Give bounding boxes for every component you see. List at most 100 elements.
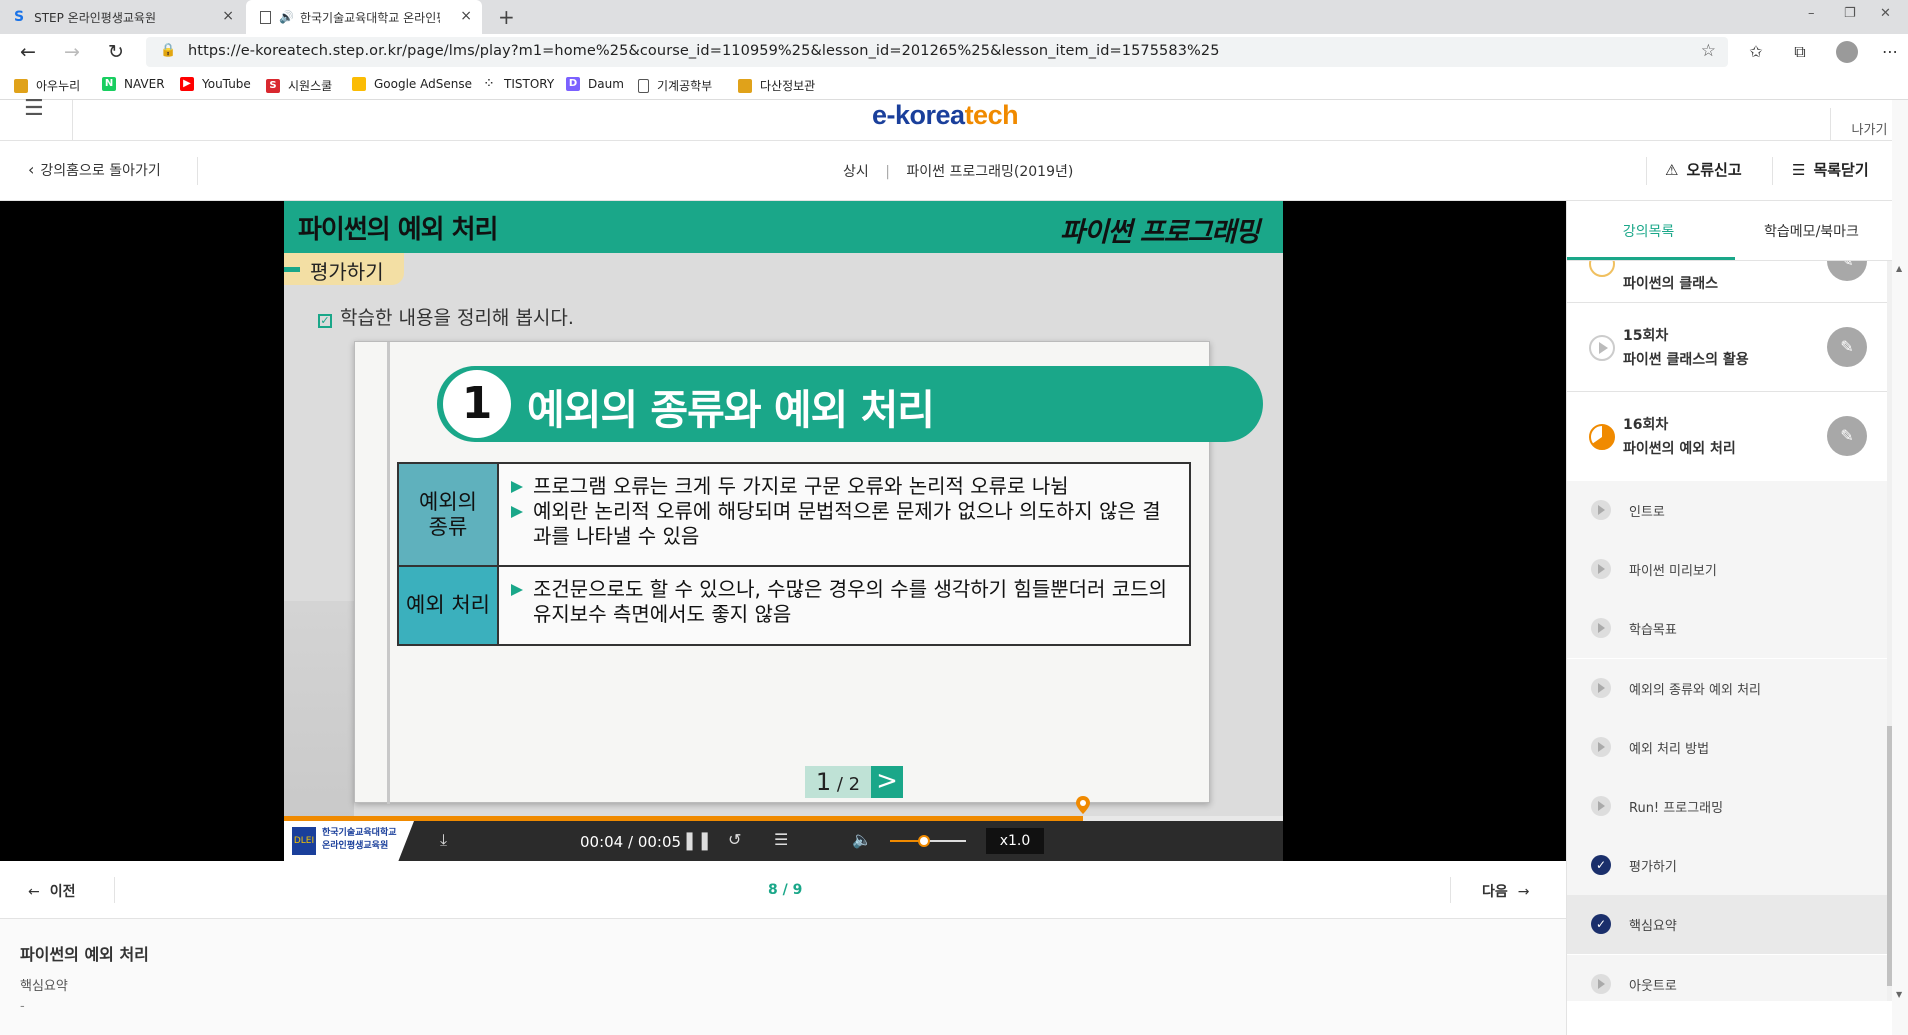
play-circle-icon <box>1589 335 1615 361</box>
chapter-edit-icon[interactable]: ✎ <box>1827 261 1867 281</box>
lesson-item[interactable]: Run! 프로그래밍 <box>1567 777 1887 836</box>
chapter-status-icon <box>1589 261 1615 277</box>
course-sidebar: 강의목록 학습메모/북마크 파이썬의 클래스 ✎ 15회차 파이썬 클래스의 활… <box>1566 201 1895 1035</box>
player-controls: DLEI 한국기술교육대학교 온라인평생교육원 ⤓ 00:04 / 00:05 ❚… <box>284 821 1283 861</box>
minimize-button[interactable]: – <box>1808 6 1815 21</box>
bookmark-mech-eng[interactable]: 기계공학부 <box>638 77 712 94</box>
topic-number: 1 <box>443 370 511 438</box>
scroll-up-icon[interactable]: ▲ <box>1896 264 1902 273</box>
bookmark-daum[interactable]: D Daum <box>566 77 624 91</box>
collections-icon[interactable]: ⧉ <box>1786 40 1814 64</box>
tab-lecture-list[interactable]: 강의목록 <box>1567 221 1730 241</box>
lesson-item-name: 핵심요약 <box>20 979 68 994</box>
slide-board: 1 예외의 종류와 예외 처리 예외의 종류 프로그램 오류는 크게 두 가지로 … <box>354 341 1263 804</box>
more-menu-icon[interactable]: ⋯ <box>1876 40 1904 64</box>
slide-header-bar: 파이썬의 예외 처리 파이썬 프로그래밍 <box>284 201 1283 253</box>
next-button[interactable]: 다음 → <box>1482 881 1530 901</box>
video-time: 00:04 / 00:05 <box>580 833 682 851</box>
chapter-list-icon[interactable]: ☰ <box>774 830 788 849</box>
chapter-item[interactable]: 15회차 파이썬 클래스의 활용 ✎ <box>1567 303 1887 392</box>
profile-avatar[interactable] <box>1836 41 1858 63</box>
completed-check-icon: ✓ <box>1591 914 1611 935</box>
tab-close-icon[interactable]: × <box>222 8 234 24</box>
site-header: ☰ e-koreatech 나가기 <box>0 96 1908 141</box>
error-report-button[interactable]: ⚠ 오류신고 <box>1665 159 1742 180</box>
bookmark-aunuri[interactable]: 아우누리 <box>14 77 80 94</box>
audio-playing-icon[interactable]: 🔊 <box>279 10 294 24</box>
playback-speed-button[interactable]: x1.0 <box>986 828 1044 854</box>
window-close-button[interactable]: ✕ <box>1880 6 1891 21</box>
new-tab-button[interactable]: + <box>498 5 515 29</box>
play-circle-icon <box>1591 559 1611 580</box>
forward-arrow-icon[interactable]: → <box>58 40 86 64</box>
lesson-item-label: 예외의 종류와 예외 처리 <box>1629 682 1761 698</box>
volume-slider[interactable] <box>890 835 966 847</box>
bookmark-youtube[interactable]: ▶ YouTube <box>180 77 251 91</box>
slide-next-button[interactable]: > <box>871 766 903 798</box>
daum-icon: D <box>566 77 580 91</box>
volume-icon[interactable]: 🔈 <box>852 830 872 849</box>
bookmark-icon <box>14 78 28 93</box>
lesson-item[interactable]: 학습목표 <box>1567 599 1887 659</box>
browser-toolbar: ← → ↻ 🔒 https://e-koreatech.step.or.kr/p… <box>0 34 1908 70</box>
close-list-button[interactable]: ☰ 목록닫기 <box>1792 159 1869 180</box>
lesson-item[interactable]: 인트로 <box>1567 481 1887 540</box>
lesson-item[interactable]: ✓ 핵심요약 <box>1567 895 1887 955</box>
tab-memo-bookmark[interactable]: 학습메모/북마크 <box>1730 221 1893 241</box>
scroll-down-icon[interactable]: ▼ <box>1896 990 1902 999</box>
menu-hamburger-icon[interactable]: ☰ <box>24 96 44 121</box>
chapter-item[interactable]: 파이썬의 클래스 ✎ <box>1567 261 1887 303</box>
play-circle-icon <box>1591 500 1611 520</box>
reload-icon[interactable]: ↻ <box>102 40 130 64</box>
site-logo[interactable]: e-koreatech <box>872 100 1019 131</box>
lesson-item-label: 평가하기 <box>1629 860 1677 876</box>
bookmark-naver[interactable]: N NAVER <box>102 77 165 91</box>
header-divider <box>72 100 73 141</box>
page-scrollbar[interactable]: ▲ ▼ <box>1892 100 1908 1035</box>
bookmark-adsense[interactable]: Google AdSense <box>352 77 472 91</box>
slide-pager: 1 / 2 > <box>805 766 903 798</box>
lesson-item[interactable]: 파이썬 미리보기 <box>1567 540 1887 600</box>
slide-instruction: ✓ 학습한 내용을 정리해 봅시다. <box>318 303 574 330</box>
back-arrow-icon[interactable]: ← <box>14 40 42 64</box>
replay-icon[interactable]: ↺ <box>728 830 741 849</box>
download-icon[interactable]: ⤓ <box>440 830 447 850</box>
lock-icon[interactable]: 🔒 <box>160 43 176 58</box>
favorite-star-icon[interactable]: ☆ <box>1701 41 1716 61</box>
row-header: 예외 처리 <box>399 567 499 644</box>
volume-knob[interactable] <box>918 835 931 847</box>
naver-icon: N <box>102 77 116 91</box>
video-player[interactable]: 파이썬의 예외 처리 파이썬 프로그래밍 평가하기 ✓ 학습한 내용을 정리해 봅… <box>0 201 1566 861</box>
browser-tab-koreatech[interactable]: 🔊 한국기술교육대학교 온라인평생교육원 × <box>246 0 482 34</box>
list-icon: ☰ <box>1792 161 1806 179</box>
university-logo: DLEI 한국기술교육대학교 온라인평생교육원 <box>284 821 414 861</box>
bookmark-siwonschool[interactable]: S 시원스쿨 <box>266 77 332 94</box>
address-bar[interactable]: 🔒 https://e-koreatech.step.or.kr/page/lm… <box>146 37 1728 67</box>
bookmark-icon <box>738 78 752 93</box>
pause-icon[interactable]: ❚❚ <box>682 830 712 851</box>
chapter-edit-icon[interactable]: ✎ <box>1827 327 1867 367</box>
lesson-item[interactable]: ✓ 평가하기 <box>1567 836 1887 896</box>
prev-button[interactable]: ← 이전 <box>28 881 76 901</box>
favorites-list-icon[interactable]: ✩ <box>1742 40 1770 64</box>
browser-tab-step[interactable]: S STEP 온라인평생교육원 × <box>0 0 244 34</box>
arrow-left-icon: ← <box>28 884 40 900</box>
tistory-icon: ⁘ <box>482 77 496 91</box>
bookmark-dasan[interactable]: 다산정보관 <box>738 77 815 94</box>
lesson-item[interactable]: 예외의 종류와 예외 처리 <box>1567 658 1887 718</box>
maximize-button[interactable]: ❐ <box>1844 6 1856 21</box>
row-header: 예외의 종류 <box>399 464 499 565</box>
slide-title: 파이썬의 예외 처리 <box>298 215 498 245</box>
tab-close-icon[interactable]: × <box>460 8 472 24</box>
chapter-edit-icon[interactable]: ✎ <box>1827 416 1867 456</box>
university-emblem-icon: DLEI <box>292 827 316 855</box>
bookmark-tistory[interactable]: ⁘ TISTORY <box>482 77 554 91</box>
lecture-list[interactable]: 파이썬의 클래스 ✎ 15회차 파이썬 클래스의 활용 ✎ 16회차 파이썬의 … <box>1567 261 1887 1001</box>
progress-handle-icon[interactable] <box>1076 796 1091 814</box>
lesson-item[interactable]: 아웃트로 <box>1567 954 1887 1001</box>
chapter-item-current[interactable]: 16회차 파이썬의 예외 처리 ✎ <box>1567 392 1887 481</box>
lesson-item[interactable]: 예외 처리 방법 <box>1567 717 1887 777</box>
topic-title: 예외의 종류와 예외 처리 <box>527 386 935 434</box>
back-to-course-home-link[interactable]: ‹ 강의홈으로 돌아가기 <box>28 160 161 180</box>
browser-tab-bar: S STEP 온라인평생교육원 × 🔊 한국기술교육대학교 온라인평생교육원 ×… <box>0 0 1908 34</box>
